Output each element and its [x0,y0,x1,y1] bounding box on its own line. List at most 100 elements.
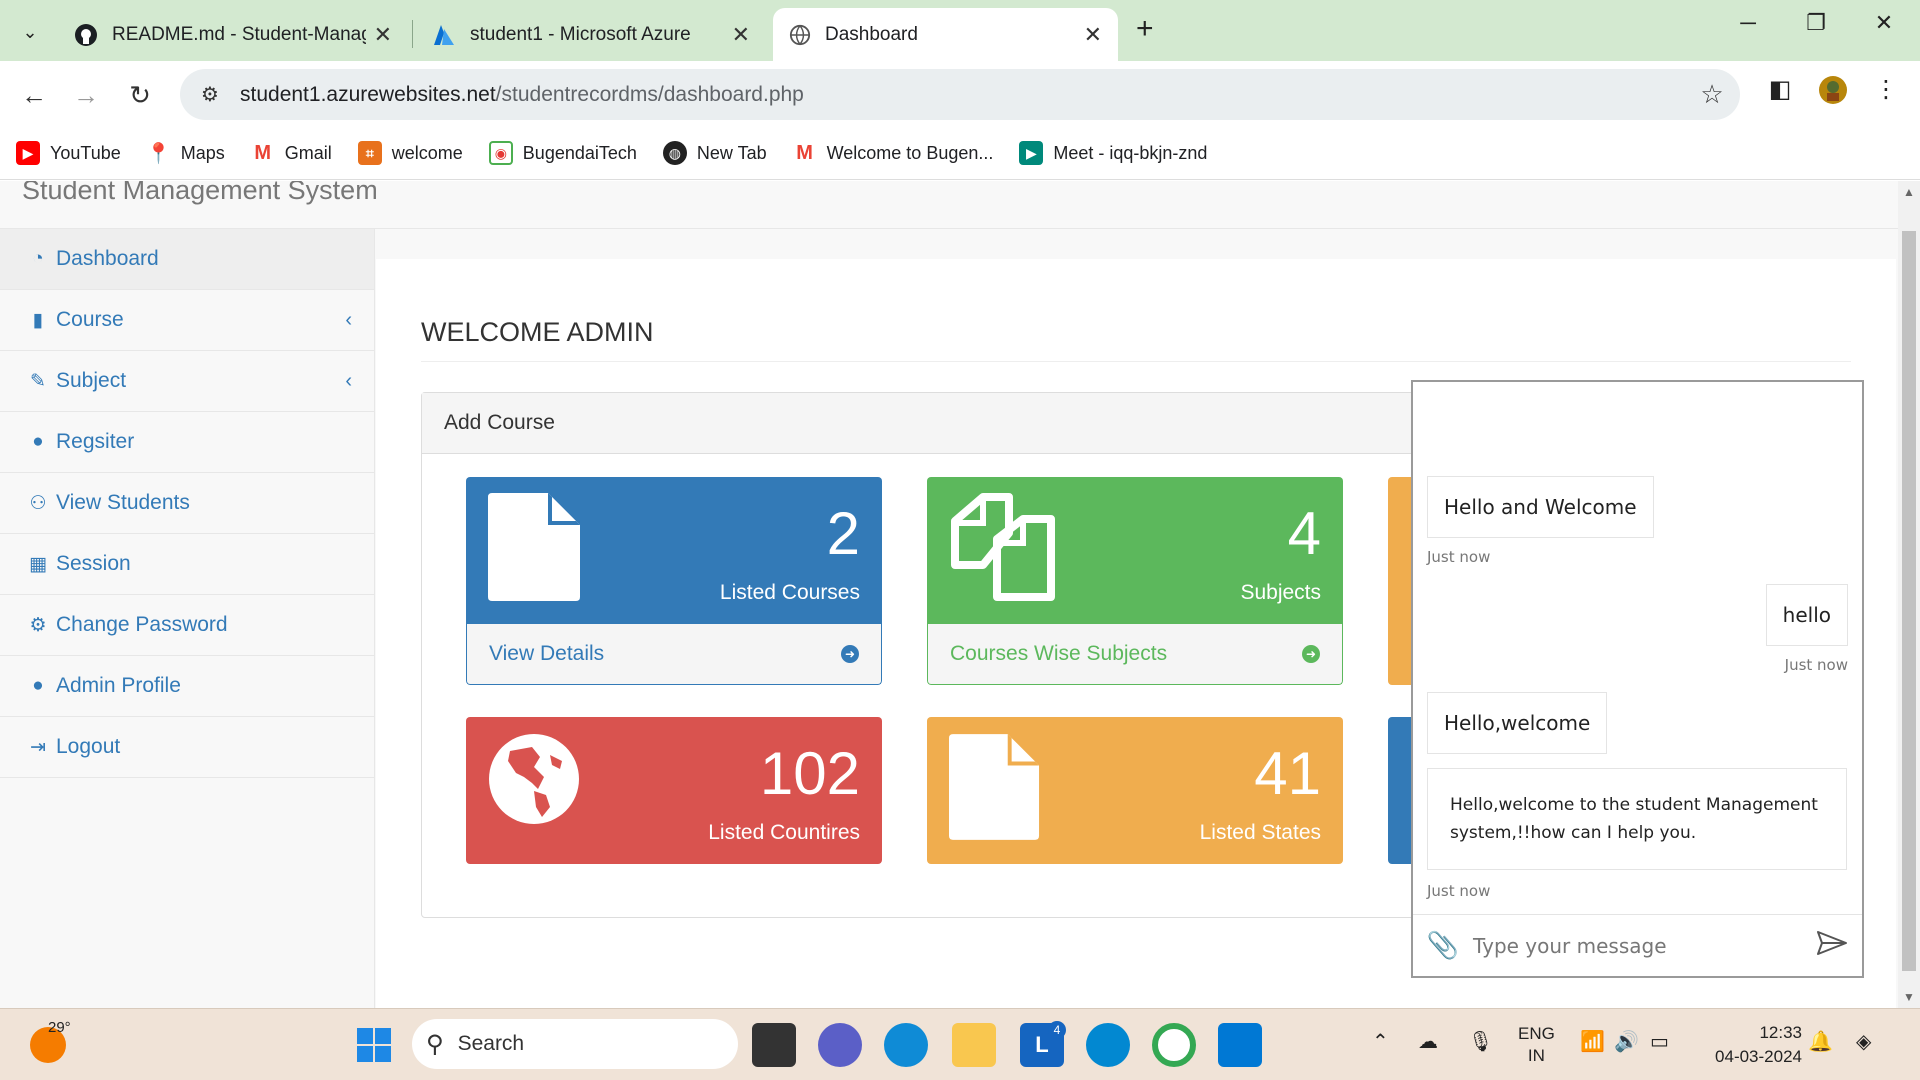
subjects-count: 4 [1287,500,1321,567]
courses-count: 2 [826,500,860,567]
dashboard-icon: ◔ [32,248,44,269]
globe-icon [789,24,811,45]
microphone-icon[interactable]: 🎙 [1468,1029,1493,1054]
side-panel-icon[interactable]: ◧ [1760,75,1800,104]
minimize-button[interactable]: ─ [1718,10,1778,36]
states-count: 41 [1254,740,1321,807]
bookmark-welcome-bugen[interactable]: M Welcome to Bugen... [793,141,993,165]
tab-azure[interactable]: student1 - Microsoft Azure ✕ [416,8,766,61]
chevron-up-icon[interactable]: ⌃ [1372,1029,1389,1054]
files-icon [951,493,1055,601]
bookmark-welcome[interactable]: ⌗ welcome [357,141,463,165]
sidebar-item-dashboard[interactable]: ◔ Dashboard [0,229,374,290]
address-bar[interactable]: ⚙ student1.azurewebsites.net/studentreco… [180,69,1740,120]
scroll-down-icon[interactable]: ▼ [1898,990,1920,1004]
bookmark-youtube[interactable]: ▶ YouTube [16,141,121,165]
bookmark-new-tab[interactable]: ◍ New Tab [662,141,767,165]
sidebar-item-session[interactable]: ▦ Session [0,534,374,595]
scroll-thumb[interactable] [1902,231,1916,971]
site-info-icon[interactable]: ⚙ [180,82,240,107]
windows-start-icon[interactable] [352,1023,396,1067]
clock[interactable]: 12:33 04-03-2024 [1702,1021,1802,1069]
back-button[interactable]: ← [14,75,54,115]
scroll-up-icon[interactable]: ▲ [1898,185,1920,199]
bookmark-star-icon[interactable]: ☆ [1684,79,1740,110]
courses-wise-subjects-link[interactable]: Courses Wise Subjects ➜ [927,624,1343,685]
chat-message-time: Just now [1427,882,1491,900]
file-explorer-icon[interactable] [952,1023,996,1067]
edge-icon[interactable] [884,1023,928,1067]
sidebar-item-change-password[interactable]: ⚙ Change Password [0,595,374,656]
sidebar-item-logout[interactable]: ⇥ Logout [0,717,374,778]
tab-dashboard[interactable]: Dashboard ✕ [773,8,1118,61]
sidebar-item-subject[interactable]: ✎ Subject ‹ [0,351,374,412]
divider [421,361,1851,362]
close-icon[interactable]: ✕ [374,22,392,48]
page-scrollbar[interactable]: ▲ ▼ [1898,181,1920,1008]
new-tab-button[interactable]: + [1136,12,1154,46]
bookmark-meet[interactable]: ▶ Meet - iqq-bkjn-znd [1019,141,1207,165]
file-icon [488,493,580,601]
chat-message-bot: Hello and Welcome [1427,476,1654,538]
battery-icon[interactable]: ▭ [1650,1029,1669,1054]
sidebar-item-view-students[interactable]: ⚇ View Students [0,473,374,534]
language-indicator[interactable]: ENG IN [1518,1023,1555,1067]
attach-icon[interactable]: 📎 [1413,930,1473,961]
file-icon: ▮ [32,309,44,331]
github-icon [75,23,97,46]
avatar [1819,76,1847,104]
sidebar: ◔ Dashboard ▮ Course ‹ ✎ Subject ‹ ● Reg… [0,229,375,1008]
courses-label: Listed Courses [719,581,860,604]
chrome-icon[interactable] [1152,1023,1196,1067]
sidebar-item-course[interactable]: ▮ Course ‹ [0,290,374,351]
brand-title[interactable]: Student Management System [22,181,378,206]
url-text[interactable]: student1.azurewebsites.net/studentrecord… [240,83,1684,107]
sidebar-item-admin-profile[interactable]: ● Admin Profile [0,656,374,717]
chevron-left-icon: ‹ [345,308,352,331]
profile-avatar[interactable] [1813,75,1853,112]
chat-input-bar: 📎 Type your message [1413,914,1862,976]
view-details-link[interactable]: View Details ➜ [466,624,882,685]
close-window-button[interactable]: ✕ [1854,10,1914,36]
onedrive-icon[interactable]: ☁ [1418,1029,1438,1054]
html-icon: ⌗ [357,141,382,165]
bookmark-bugendaitech[interactable]: ◉ BugendaiTech [488,141,637,165]
forward-button[interactable]: → [66,75,106,115]
youtube-icon: ▶ [16,141,40,165]
task-view-icon[interactable] [752,1023,796,1067]
wifi-icon[interactable]: 📶 [1580,1029,1605,1054]
subjects-card: 4 Subjects Courses Wise Subjects ➜ [927,477,1343,685]
user-icon: ● [32,431,44,452]
web-page: Student Management System ◔ Dashboard ▮ … [0,181,1898,1008]
chat-message-time: Just now [1427,548,1491,566]
notification-badge: 4 [1048,1021,1066,1039]
reload-button[interactable]: ↻ [120,75,160,115]
restore-button[interactable]: ❐ [1786,10,1846,36]
volume-icon[interactable]: 🔊 [1614,1029,1639,1054]
tab-title: student1 - Microsoft Azure [470,23,691,45]
chevron-left-icon: ‹ [345,369,352,392]
globe-americas-icon [489,734,579,824]
bookmark-maps[interactable]: 📍 Maps [146,141,224,165]
tab-github-readme[interactable]: README.md - Student-Management ✕ [58,8,408,61]
chat-message-bot: Hello,welcome [1427,692,1608,754]
sidebar-item-register[interactable]: ● Regsiter [0,412,374,473]
send-icon[interactable] [1802,930,1862,961]
gmail-icon: M [254,141,272,164]
bookmarks-bar: ▶ YouTube 📍 Maps M Gmail ⌗ welcome ◉ Bugendai… [0,127,1920,180]
taskbar-search[interactable]: ⚲ Search [412,1019,738,1069]
tab-search-button[interactable]: ⌄ [10,12,50,52]
menu-icon[interactable]: ⋮ [1866,75,1906,104]
bookmark-gmail[interactable]: M Gmail [251,141,331,165]
chat-app-icon[interactable] [818,1023,862,1067]
close-icon[interactable]: ✕ [1084,22,1102,48]
subjects-label: Subjects [1240,581,1321,604]
copilot-icon[interactable]: ◈ [1856,1029,1871,1054]
states-label: Listed States [1199,821,1321,844]
close-icon[interactable]: ✕ [732,22,750,48]
store-icon[interactable] [1218,1023,1262,1067]
chat-message-input[interactable]: Type your message [1473,934,1802,958]
gmail-icon: M [796,141,813,164]
alexa-icon[interactable] [1086,1023,1130,1067]
notification-bell-icon[interactable]: 🔔 [1808,1029,1833,1054]
